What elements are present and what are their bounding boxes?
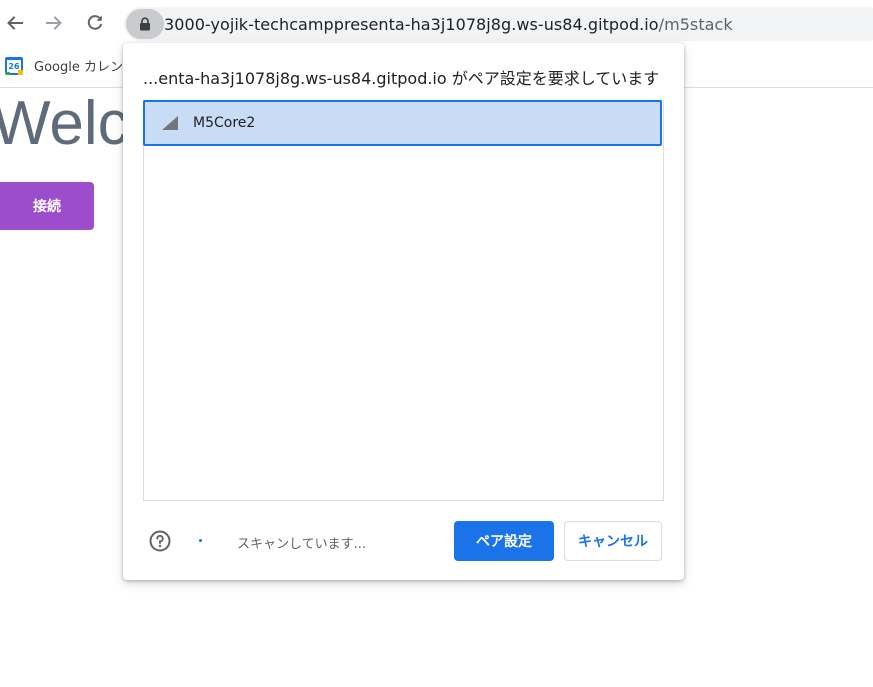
- signal-strength-icon: [162, 116, 178, 130]
- connect-button[interactable]: 接続: [0, 182, 94, 230]
- bookmark-label: Google カレンダ: [34, 60, 136, 75]
- address-bar[interactable]: 3000-yojik-techcamppresenta-ha3j1078j8g.…: [124, 7, 873, 41]
- dialog-title: ...enta-ha3j1078j8g.ws-us84.gitpod.io がペ…: [143, 69, 660, 88]
- device-list[interactable]: M5Core2: [143, 100, 664, 501]
- url-host: 3000-yojik-techcamppresenta-ha3j1078j8g.…: [164, 15, 659, 34]
- forward-button[interactable]: [39, 8, 69, 38]
- forward-arrow-icon: [46, 16, 62, 30]
- lock-icon: [140, 17, 150, 31]
- back-button[interactable]: [0, 8, 30, 38]
- device-name: M5Core2: [193, 115, 256, 131]
- bluetooth-pairing-dialog: ...enta-ha3j1078j8g.ws-us84.gitpod.io がペ…: [123, 43, 684, 580]
- back-arrow-icon: [7, 16, 23, 30]
- url-path: /m5stack: [658, 15, 733, 34]
- reload-button[interactable]: [80, 8, 110, 38]
- scanning-spinner-icon: [199, 539, 202, 542]
- url-text[interactable]: 3000-yojik-techcamppresenta-ha3j1078j8g.…: [164, 15, 733, 34]
- scan-status: スキャンしています...: [237, 537, 367, 552]
- bookmark-google-calendar[interactable]: 26 Google カレンダ: [5, 56, 136, 75]
- cancel-button[interactable]: キャンセル: [564, 521, 662, 561]
- site-info-button[interactable]: [126, 9, 164, 39]
- pair-button[interactable]: ペア設定: [454, 521, 554, 561]
- google-calendar-icon: 26: [5, 56, 23, 75]
- reload-icon: [87, 15, 103, 30]
- help-icon[interactable]: [149, 530, 171, 552]
- device-row-m5core2[interactable]: M5Core2: [143, 100, 662, 146]
